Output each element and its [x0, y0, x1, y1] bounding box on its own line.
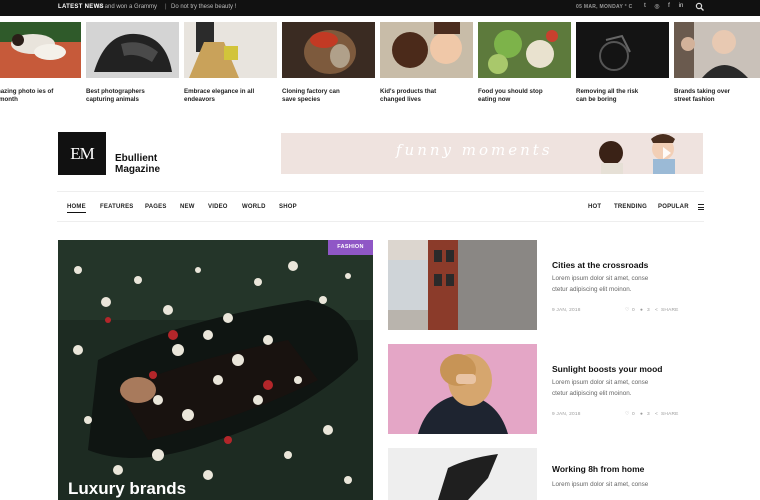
- menu-icon[interactable]: [698, 204, 704, 212]
- share-label[interactable]: SHARE: [661, 308, 679, 313]
- thumbnail-caption: Removing all the risk can be boring: [576, 88, 639, 103]
- thumbnail-card[interactable]: Brands taking over street fashion: [674, 22, 760, 104]
- twitter-icon[interactable]: t: [641, 3, 649, 9]
- thumbnail-image: [380, 22, 473, 78]
- nav-item-new[interactable]: NEW: [180, 204, 195, 210]
- category-tag[interactable]: FASHION: [328, 240, 373, 255]
- article-excerpt: Lorem ipsum dolor sit amet, conse ctetur …: [552, 275, 649, 293]
- article-title[interactable]: Working 8h from home: [552, 464, 644, 474]
- thumbnail-caption: t amazing photo ies of the month: [0, 88, 54, 103]
- instagram-icon[interactable]: ◎: [653, 3, 661, 10]
- site-name-line2: Magazine: [115, 164, 161, 175]
- article-excerpt: Lorem ipsum dolor sit amet, conse: [552, 481, 649, 488]
- thumbnail-card[interactable]: t amazing photo ies of the month: [0, 22, 81, 104]
- ticker-separator: |: [165, 4, 167, 10]
- share-label[interactable]: SHARE: [661, 412, 679, 417]
- comment-count: 3: [647, 308, 650, 313]
- thumbnail-card[interactable]: Best photographers capturing animals: [86, 22, 179, 104]
- article-image[interactable]: [388, 344, 537, 434]
- search-icon[interactable]: [695, 2, 705, 12]
- linkedin-icon[interactable]: in: [677, 3, 685, 9]
- like-count: 0: [632, 412, 635, 417]
- thumbnail-caption: Embrace elegance in all endeavors: [184, 88, 255, 103]
- thumbnail-image: [184, 22, 277, 78]
- nav-item-trending[interactable]: TRENDING: [614, 204, 647, 210]
- thumbnail-image: [86, 22, 179, 78]
- like-icon[interactable]: ♡: [625, 308, 630, 313]
- nav-item-hot[interactable]: HOT: [588, 204, 601, 210]
- site-name[interactable]: Ebullient Magazine: [115, 153, 160, 175]
- thumbnail-caption: Food you should stop eating now: [478, 88, 543, 103]
- nav-item-shop[interactable]: SHOP: [279, 204, 297, 210]
- thumbnail-card[interactable]: Kid's products that changed lives: [380, 22, 473, 104]
- thumbnail-caption: Best photographers capturing animals: [86, 88, 145, 103]
- like-count: 0: [632, 308, 635, 313]
- thumbnail-image: [576, 22, 669, 78]
- thumbnail-caption: Kid's products that changed lives: [380, 88, 437, 103]
- thumbnail-card[interactable]: Food you should stop eating now: [478, 22, 571, 104]
- article-date: 9 JAN, 2018: [552, 412, 581, 417]
- thumbnail-caption: Brands taking over street fashion: [674, 88, 731, 103]
- top-bar: LATEST NEWS sit and won a Grammy | Do no…: [0, 0, 760, 16]
- article-image[interactable]: [388, 240, 537, 330]
- facebook-icon[interactable]: f: [665, 3, 673, 9]
- ticker-item[interactable]: Do not try these beauty !: [171, 4, 236, 10]
- featured-image: [58, 240, 373, 500]
- share-icon[interactable]: <: [655, 412, 658, 417]
- nav-item-home[interactable]: HOME: [67, 204, 86, 213]
- thumbnail-image: [0, 22, 81, 78]
- comment-icon[interactable]: ●: [640, 412, 643, 417]
- ticker-item[interactable]: sit and won a Grammy: [97, 4, 157, 10]
- thumbnail-caption: Cloning factory can save species: [282, 88, 340, 103]
- share-icon[interactable]: <: [655, 308, 658, 313]
- nav-item-popular[interactable]: POPULAR: [658, 204, 689, 210]
- comment-icon[interactable]: ●: [640, 308, 643, 313]
- nav-item-video[interactable]: VIDEO: [208, 204, 228, 210]
- comment-count: 3: [647, 412, 650, 417]
- like-icon[interactable]: ♡: [625, 412, 630, 417]
- thumbnail-image: [282, 22, 375, 78]
- article-image[interactable]: [388, 448, 537, 500]
- article-title[interactable]: Sunlight boosts your mood: [552, 364, 663, 374]
- article-excerpt: Lorem ipsum dolor sit amet, conse ctetur …: [552, 379, 649, 397]
- thumbnail-card[interactable]: Embrace elegance in all endeavors: [184, 22, 277, 104]
- featured-article[interactable]: FASHION: [58, 240, 373, 500]
- site-logo[interactable]: EM: [58, 132, 106, 175]
- article-date: 9 JAN, 2018: [552, 308, 581, 313]
- thumbnail-image: [478, 22, 571, 78]
- nav-item-pages[interactable]: PAGES: [145, 204, 167, 210]
- nav-item-world[interactable]: WORLD: [242, 204, 266, 210]
- banner-image: [599, 134, 675, 174]
- date-weather: 05 MAR, MONDAY ° C: [576, 4, 633, 10]
- featured-title[interactable]: Luxury brands: [68, 479, 186, 499]
- thumbnail-image: [674, 22, 760, 78]
- ad-banner[interactable]: funny moments: [281, 133, 703, 174]
- main-nav: HOME FEATURES PAGES NEW VIDEO WORLD SHOP…: [57, 191, 704, 222]
- nav-item-features[interactable]: FEATURES: [100, 204, 134, 210]
- thumbnail-card[interactable]: Cloning factory can save species: [282, 22, 375, 104]
- trending-strip: t amazing photo ies of the month Best ph…: [0, 22, 760, 104]
- article-title[interactable]: Cities at the crossroads: [552, 260, 648, 270]
- site-name-line1: Ebullient: [115, 153, 158, 164]
- banner-text: funny moments: [396, 141, 553, 159]
- thumbnail-card[interactable]: Removing all the risk can be boring: [576, 22, 669, 104]
